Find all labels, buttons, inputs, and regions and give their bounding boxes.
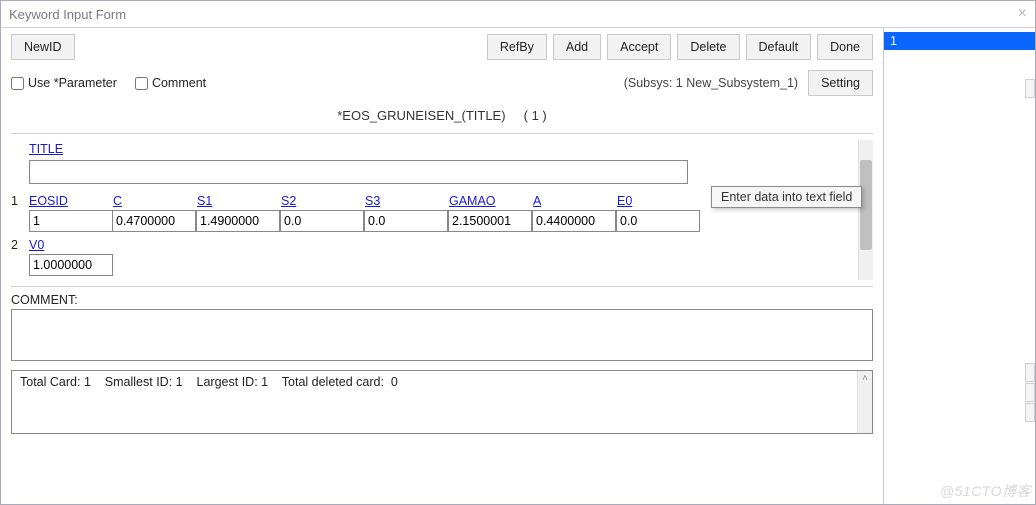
left-panel: NewID RefBy Add Accept Delete Default Do… — [1, 28, 883, 504]
field-input-gamao[interactable] — [448, 210, 532, 232]
subsystem-label: (Subsys: 1 New_Subsystem_1) — [624, 76, 798, 90]
field-input-v0[interactable] — [29, 254, 113, 276]
status-total-deleted-value: 0 — [391, 375, 398, 389]
default-button[interactable]: Default — [746, 34, 812, 60]
field-link-a[interactable]: A — [533, 194, 541, 208]
comment-textarea[interactable] — [11, 309, 873, 361]
status-total-deleted-label: Total deleted card: — [282, 375, 384, 389]
field-link-s2[interactable]: S2 — [281, 194, 296, 208]
field-tooltip: Enter data into text field — [711, 186, 858, 208]
keyword-count: ( 1 ) — [524, 108, 547, 123]
setting-button[interactable]: Setting — [808, 70, 873, 96]
status-smallest-id-label: Smallest ID: — [105, 375, 172, 389]
field-link-v0[interactable]: V0 — [29, 238, 44, 252]
status-total-card-value: 1 — [84, 375, 91, 389]
field-input-e0[interactable] — [616, 210, 700, 232]
title-input[interactable] — [29, 160, 688, 184]
field-link-s1[interactable]: S1 — [197, 194, 212, 208]
toolbar: NewID RefBy Add Accept Delete Default Do… — [11, 34, 873, 60]
cards-scrollbar[interactable] — [858, 140, 873, 280]
id-list-item[interactable]: 1 — [884, 32, 1035, 50]
status-smallest-id-value: 1 — [176, 375, 183, 389]
options-row: Use *Parameter Comment (Subsys: 1 New_Su… — [11, 70, 873, 96]
field-input-c[interactable] — [112, 210, 196, 232]
field-link-c[interactable]: C — [113, 194, 122, 208]
use-parameter-checkbox[interactable]: Use *Parameter — [11, 76, 117, 90]
field-link-eosid[interactable]: EOSID — [29, 194, 68, 208]
field-input-a[interactable] — [532, 210, 616, 232]
status-scrollbar[interactable]: ˄ — [857, 371, 872, 433]
title-field-link[interactable]: TITLE — [29, 142, 63, 156]
accept-button[interactable]: Accept — [607, 34, 671, 60]
card-index: 1 — [11, 192, 29, 208]
card-1-fields: EOSID C S1 S2 S3 GAMAO A E0 — [29, 192, 701, 232]
field-input-s1[interactable] — [196, 210, 280, 232]
keyword-name: *EOS_GRUNEISEN_(TITLE) — [337, 108, 505, 123]
comment-checkbox-label: Comment — [152, 76, 206, 90]
status-total-card-label: Total Card: — [20, 375, 80, 389]
field-link-e0[interactable]: E0 — [617, 194, 632, 208]
comment-checkbox-input[interactable] — [135, 77, 148, 90]
use-parameter-input[interactable] — [11, 77, 24, 90]
status-footer: Total Card: 1 Smallest ID: 1 Largest ID:… — [11, 370, 873, 434]
titlebar: Keyword Input Form × — [1, 1, 1035, 28]
field-input-s3[interactable] — [364, 210, 448, 232]
delete-button[interactable]: Delete — [677, 34, 739, 60]
cards-body: TITLE 1 EOSID C S1 S2 S3 — [11, 140, 858, 280]
scroll-up-icon[interactable]: ˄ — [858, 371, 872, 385]
comment-checkbox[interactable]: Comment — [135, 76, 206, 90]
refby-button[interactable]: RefBy — [487, 34, 547, 60]
add-button[interactable]: Add — [553, 34, 601, 60]
newid-button[interactable]: NewID — [11, 34, 75, 60]
client-area: NewID RefBy Add Accept Delete Default Do… — [1, 28, 1035, 504]
window-title: Keyword Input Form — [9, 7, 126, 22]
card-2-fields: V0 — [29, 236, 113, 276]
field-input-s2[interactable] — [280, 210, 364, 232]
id-list-panel: 1 — [883, 28, 1035, 504]
comment-label: COMMENT: — [11, 293, 873, 307]
done-button[interactable]: Done — [817, 34, 873, 60]
field-input-eosid[interactable] — [29, 210, 113, 232]
card-index: 2 — [11, 236, 29, 252]
card-row-2: 2 V0 — [11, 236, 858, 276]
use-parameter-label: Use *Parameter — [28, 76, 117, 90]
status-largest-id-value: 1 — [261, 375, 268, 389]
field-link-gamao[interactable]: GAMAO — [449, 194, 496, 208]
title-field-row: TITLE — [11, 140, 858, 158]
comment-section: COMMENT: — [11, 293, 873, 364]
status-largest-id-label: Largest ID: — [197, 375, 258, 389]
cards-area: TITLE 1 EOSID C S1 S2 S3 — [11, 133, 873, 287]
keyword-title: *EOS_GRUNEISEN_(TITLE) ( 1 ) — [11, 102, 873, 133]
keyword-input-window: Keyword Input Form × NewID RefBy Add Acc… — [0, 0, 1036, 505]
close-icon[interactable]: × — [1018, 5, 1027, 23]
field-link-s3[interactable]: S3 — [365, 194, 380, 208]
title-input-wrap — [29, 160, 688, 184]
